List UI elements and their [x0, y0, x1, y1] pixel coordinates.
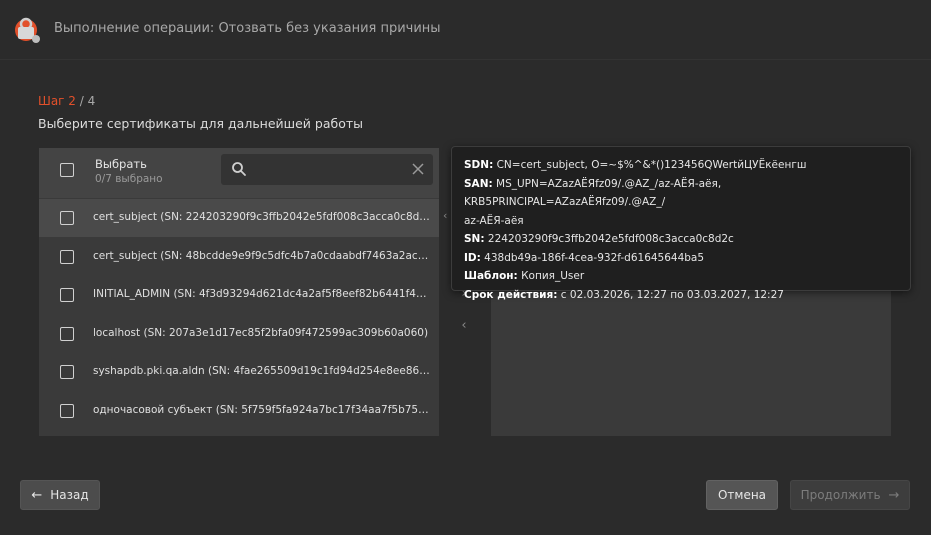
item-checkbox[interactable]: [60, 327, 74, 341]
list-item[interactable]: одночасовой субъект (SN: 5f759f5fa924a7b…: [39, 392, 439, 430]
tooltip-template: Шаблон: Копия_User: [464, 270, 585, 282]
item-label: cert_subject (SN: 224203290f9c3ffb2042e5…: [93, 211, 433, 223]
search-icon: [232, 162, 246, 176]
step-indicator: Шаг 2 / 4: [38, 94, 95, 108]
item-label: cert_subject (SN: 48bcdde9e9f9c5dfc4b7a0…: [93, 250, 433, 262]
list-item[interactable]: cert_subject (SN: 224203290f9c3ffb2042e5…: [39, 199, 439, 237]
item-checkbox[interactable]: [60, 211, 74, 225]
tooltip-sn: SN: 224203290f9c3ffb2042e5fdf008c3acca0c…: [464, 233, 734, 245]
cancel-button[interactable]: Отмена: [706, 480, 778, 510]
item-checkbox[interactable]: [60, 288, 74, 302]
arrow-right-icon: →: [888, 487, 900, 503]
list-item[interactable]: cert_subject (SN: 48bcdde9e9f9c5dfc4b7a0…: [39, 238, 439, 276]
back-button[interactable]: ← Назад: [20, 480, 100, 510]
selected-count: 0/7 выбрано: [95, 173, 163, 185]
select-all-checkbox[interactable]: [60, 163, 74, 177]
tooltip-validity: Срок действия: с 02.03.2026, 12:27 по 03…: [464, 288, 784, 301]
page-subtitle: Выберите сертификаты для дальнейшей рабо…: [38, 116, 363, 131]
list-item[interactable]: localhost (SN: 207a3e1d17ec85f2bfa09f472…: [39, 315, 439, 353]
window-title: Выполнение операции: Отозвать без указан…: [54, 21, 441, 36]
certificate-tooltip: SDN: CN=cert_subject, O=~$%^&*()123456QW…: [451, 146, 911, 301]
item-label: одночасовой субъект (SN: 5f759f5fa924a7b…: [93, 404, 433, 416]
item-label: syshapdb.pki.qa.aldn (SN: 4fae265509d19c…: [93, 365, 433, 377]
step-total: / 4: [75, 94, 96, 108]
cancel-label: Отмена: [717, 488, 767, 502]
tooltip-sdn: SDN: CN=cert_subject, O=~$%^&*()123456QW…: [464, 159, 807, 171]
tooltip-id: ID: 438db49a-186f-4cea-932f-d61645644ba5: [464, 251, 705, 264]
app-logo-icon: [15, 17, 40, 43]
title-bar: Выполнение операции: Отозвать без указан…: [0, 0, 931, 60]
item-checkbox[interactable]: [60, 250, 74, 264]
list-item[interactable]: INITIAL_ADMIN (SN: 4f3d93294d621dc4a2af5…: [39, 276, 439, 314]
back-label: Назад: [50, 488, 89, 502]
item-checkbox[interactable]: [60, 365, 74, 379]
step-current: Шаг 2: [38, 94, 76, 108]
search-box: [221, 154, 433, 185]
select-all-label: Выбрать: [95, 157, 147, 171]
close-icon[interactable]: [411, 162, 425, 176]
continue-button[interactable]: Продолжить →: [790, 480, 910, 510]
search-input[interactable]: [253, 159, 403, 179]
item-label: localhost (SN: 207a3e1d17ec85f2bfa09f472…: [93, 327, 429, 339]
move-left-icon[interactable]: ‹: [456, 318, 472, 334]
arrow-left-icon: ←: [31, 487, 43, 503]
list-item[interactable]: syshapdb.pki.qa.aldn (SN: 4fae265509d19c…: [39, 353, 439, 391]
certificate-list-panel: Выбрать 0/7 выбрано cert_subject (SN: 22…: [39, 148, 439, 436]
list-header: Выбрать 0/7 выбрано: [39, 148, 439, 198]
item-checkbox[interactable]: [60, 404, 74, 418]
item-label: INITIAL_ADMIN (SN: 4f3d93294d621dc4a2af5…: [93, 288, 433, 300]
continue-label: Продолжить: [800, 488, 881, 502]
tooltip-san: SAN: MS_UPN=AZazAЁЯfz09/.@AZ_/az-AЁЯ-аёя…: [464, 177, 722, 227]
